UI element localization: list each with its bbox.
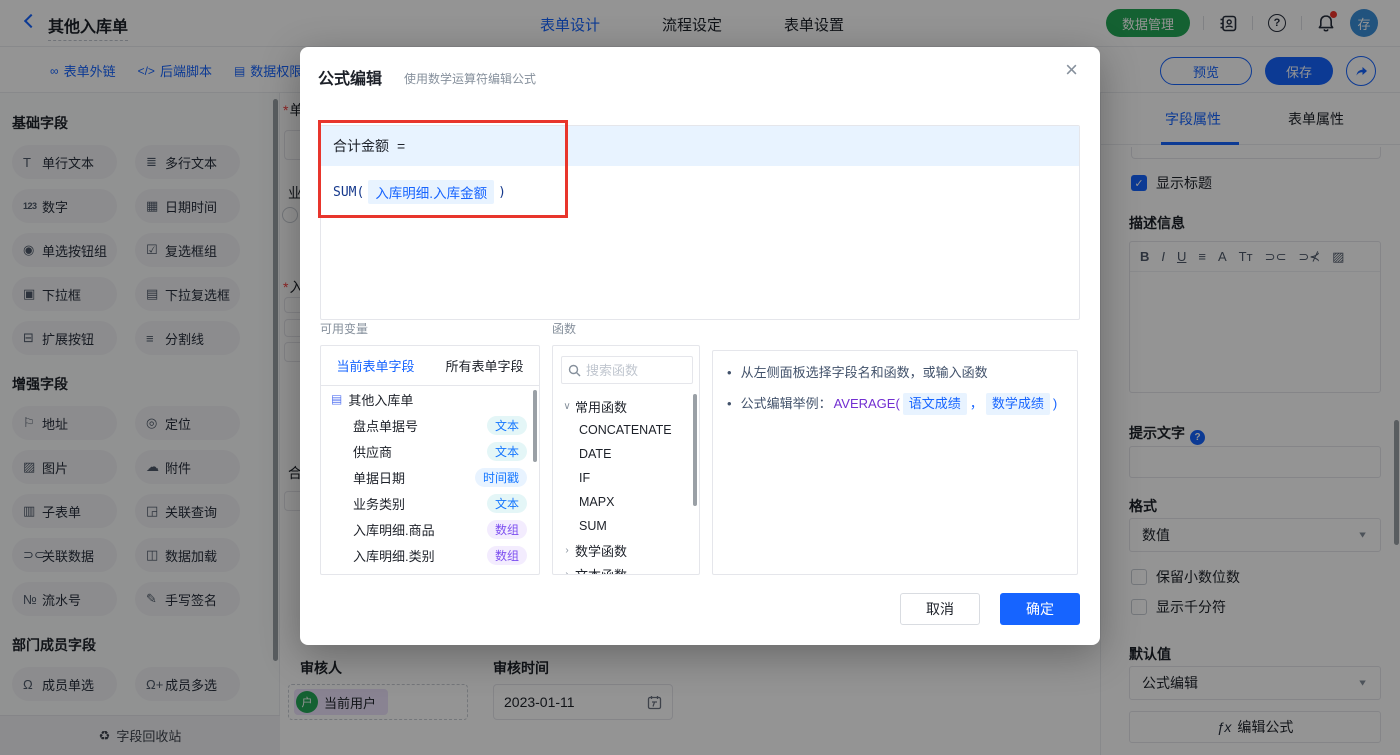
help-tip-1: • 从左侧面板选择字段名和函数，或输入函数 — [727, 363, 1063, 383]
cancel-button[interactable]: 取消 — [900, 593, 980, 625]
example-field-chip: 语文成绩 — [902, 393, 967, 415]
variables-section-label: 可用变量 — [320, 322, 369, 336]
formula-target-field: 合计金额 — [333, 138, 389, 154]
variable-name: 入库明细.商品 — [353, 522, 435, 538]
search-icon — [568, 364, 581, 376]
variable-type-badge: 文本 — [486, 493, 527, 513]
functions-section-label: 函数 — [552, 322, 577, 336]
variable-name: 单据日期 — [353, 470, 406, 486]
functions-scrollbar[interactable] — [693, 394, 697, 506]
formula-function-close: ) — [498, 184, 506, 200]
help-tip-2: • 公式编辑举例： AVERAGE( 语文成绩 ， 数学成绩 ) — [727, 393, 1063, 415]
formula-editor[interactable]: 合计金额 = SUM( 入库明细.入库金额 ) — [320, 125, 1080, 320]
bullet-icon: • — [727, 396, 732, 411]
variable-row-盘点单据号[interactable]: 盘点单据号 文本 — [321, 412, 539, 438]
variable-row-入库明细.商品[interactable]: 入库明细.商品 数组 — [321, 516, 539, 542]
dialog-subtitle: 使用数学运算符编辑公式 — [404, 72, 537, 86]
variables-tab-所有表单字段[interactable]: 所有表单字段 — [430, 346, 539, 385]
variables-panel: 当前表单字段 所有表单字段 ▤ 其他入库单 盘点单据号 文本 供应商 文本 单据日期 时间戳 业务… — [320, 345, 540, 575]
variables-tabs: 当前表单字段 所有表单字段 — [321, 346, 539, 386]
app-window: 其他入库单 表单设计 流程设定 表单设置 数据管理 ? 存 ∞ 表单外链 </> 后端脚本… — [0, 0, 1400, 755]
formula-function-open: SUM( — [333, 184, 365, 200]
variables-scrollbar[interactable] — [533, 390, 537, 462]
variables-tree: ▤ 其他入库单 盘点单据号 文本 供应商 文本 单据日期 时间戳 业务类别 文本 入库明细.商品 数组… — [321, 386, 539, 568]
chevron-collapsed-icon: › — [565, 544, 569, 556]
formula-target-row: 合计金额 = — [321, 126, 1079, 166]
formula-expression[interactable]: SUM( 入库明细.入库金额 ) — [333, 180, 1079, 204]
variable-root-row[interactable]: ▤ 其他入库单 — [321, 386, 539, 412]
variable-row-业务类别[interactable]: 业务类别 文本 — [321, 490, 539, 516]
variable-name: 盘点单据号 — [353, 418, 419, 434]
variable-type-badge: 时间戳 — [474, 467, 527, 487]
formula-help-panel: • 从左侧面板选择字段名和函数，或输入函数 • 公式编辑举例： AVERAGE(… — [712, 350, 1078, 575]
chevron-expanded-icon: ∨ — [563, 400, 571, 412]
function-item-DATE[interactable]: DATE — [553, 442, 699, 466]
function-group-数学函数[interactable]: › 数学函数 — [553, 538, 699, 562]
formula-edit-dialog: 公式编辑 使用数学运算符编辑公式 × 合计金额 = SUM( 入库明细.入库金额… — [300, 47, 1100, 645]
function-search-input[interactable] — [586, 362, 682, 378]
function-item-IF[interactable]: IF — [553, 466, 699, 490]
function-group-label: 文本函数 — [575, 567, 628, 575]
function-group-文本函数[interactable]: › 文本函数 — [553, 562, 699, 575]
formula-variable-chip[interactable]: 入库明细.入库金额 — [368, 180, 495, 204]
function-item-CONCATENATE[interactable]: CONCATENATE — [553, 418, 699, 442]
example-close-paren: ) — [1052, 396, 1058, 411]
bullet-icon: • — [727, 365, 732, 380]
variable-type-badge: 数组 — [486, 545, 527, 565]
variable-type-badge: 文本 — [486, 415, 527, 435]
variable-name: 入库明细.类别 — [353, 548, 435, 564]
confirm-button[interactable]: 确定 — [1000, 593, 1080, 625]
variable-row-入库明细.类别[interactable]: 入库明细.类别 数组 — [321, 542, 539, 568]
functions-tree: ∨ 常用函数 CONCATENATE DATE IF MAPX SUM › 数学函数 › 文本函数 — [553, 394, 699, 575]
example-function-name: AVERAGE( — [833, 396, 900, 411]
example-comma: ， — [969, 396, 983, 411]
function-search-box[interactable] — [561, 356, 693, 384]
function-item-SUM[interactable]: SUM — [553, 514, 699, 538]
variable-root-label: 其他入库单 — [348, 392, 414, 408]
close-icon[interactable]: × — [1065, 59, 1078, 81]
functions-panel: ∨ 常用函数 CONCATENATEDATEIFMAPXSUM › 数学函数 › 文本函数 — [552, 345, 700, 575]
form-doc-icon: ▤ — [331, 392, 343, 406]
dialog-title: 公式编辑 — [318, 71, 383, 88]
equals-sign: = — [397, 138, 406, 154]
variable-name: 业务类别 — [353, 496, 406, 512]
variable-type-badge: 文本 — [486, 441, 527, 461]
function-group-label: 数学函数 — [575, 543, 628, 559]
variable-row-单据日期[interactable]: 单据日期 时间戳 — [321, 464, 539, 490]
variable-row-供应商[interactable]: 供应商 文本 — [321, 438, 539, 464]
example-field-chip: 数学成绩 — [985, 393, 1050, 415]
function-group-label: 常用函数 — [575, 399, 628, 415]
variables-tab-当前表单字段[interactable]: 当前表单字段 — [321, 346, 430, 385]
function-group-常用函数[interactable]: ∨ 常用函数 — [553, 394, 699, 418]
variable-name: 供应商 — [353, 444, 393, 460]
chevron-collapsed-icon: › — [565, 568, 569, 575]
function-item-MAPX[interactable]: MAPX — [553, 490, 699, 514]
variable-type-badge: 数组 — [486, 519, 527, 539]
